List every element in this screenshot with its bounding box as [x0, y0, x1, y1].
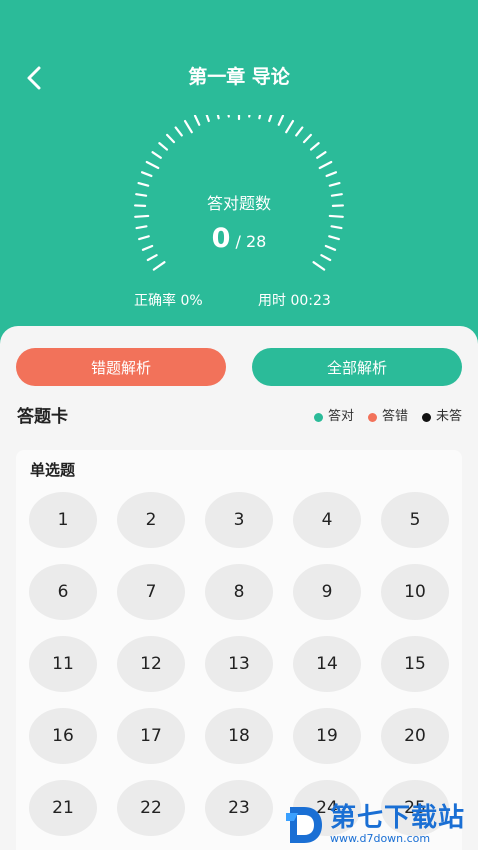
- gauge-tick: [145, 160, 160, 170]
- d7-logo-icon: [286, 807, 322, 843]
- gauge-tick: [316, 151, 327, 159]
- question-button-19[interactable]: 19: [293, 708, 361, 764]
- question-button-4[interactable]: 4: [293, 492, 361, 548]
- wrong-analysis-button[interactable]: 错题解析: [16, 348, 226, 386]
- legend-dot-wrong: [367, 412, 377, 422]
- site-watermark: 第七下载站 www.d7down.com: [284, 800, 478, 850]
- gauge-tick: [268, 115, 273, 123]
- answer-card-title: 答题卡: [17, 407, 68, 427]
- gauge-tick: [140, 171, 153, 178]
- question-button-17[interactable]: 17: [117, 708, 185, 764]
- question-button-5[interactable]: 5: [381, 492, 449, 548]
- gauge-tick: [158, 142, 169, 151]
- question-button-12[interactable]: 12: [117, 636, 185, 692]
- time-stat: 用时 00:23: [258, 293, 331, 309]
- question-button-6[interactable]: 6: [29, 564, 97, 620]
- question-button-11[interactable]: 11: [29, 636, 97, 692]
- gauge-tick: [248, 115, 251, 118]
- legend-wrong: 答错: [367, 407, 408, 427]
- question-button-1[interactable]: 1: [29, 492, 97, 548]
- gauge-tick: [258, 115, 262, 120]
- all-analysis-button[interactable]: 全部解析: [252, 348, 462, 386]
- legend-dot-correct: [313, 412, 323, 422]
- gauge-tick: [183, 119, 193, 134]
- legend-label-wrong: 答错: [381, 409, 408, 424]
- gauge-tick: [295, 126, 304, 137]
- question-button-9[interactable]: 9: [293, 564, 361, 620]
- question-button-14[interactable]: 14: [293, 636, 361, 692]
- question-button-10[interactable]: 10: [381, 564, 449, 620]
- question-button-20[interactable]: 20: [381, 708, 449, 764]
- legend-label-unanswered: 未答: [435, 409, 462, 424]
- gauge-tick: [277, 115, 285, 126]
- question-button-22[interactable]: 22: [117, 780, 185, 836]
- gauge-tick: [152, 261, 166, 271]
- gauge-tick: [302, 133, 313, 144]
- gauge-tick: [134, 214, 150, 218]
- watermark-url: www.d7down.com: [330, 832, 431, 845]
- gauge-tick: [193, 115, 201, 126]
- watermark-main: 第七下载站: [330, 803, 466, 833]
- gauge-label: 答对题数: [206, 194, 271, 213]
- gauge-tick: [309, 142, 320, 151]
- gauge-tick: [328, 181, 341, 187]
- legend-dot-unanswered: [421, 412, 431, 422]
- gauge-tick: [227, 115, 230, 118]
- page-title: 第一章 导论: [188, 66, 290, 88]
- legend: 答对 答错 未答: [313, 407, 462, 427]
- question-button-23[interactable]: 23: [205, 780, 273, 836]
- gauge-tick: [312, 261, 326, 271]
- question-button-7[interactable]: 7: [117, 564, 185, 620]
- question-button-18[interactable]: 18: [205, 708, 273, 764]
- legend-label-correct: 答对: [327, 409, 354, 424]
- question-button-8[interactable]: 8: [205, 564, 273, 620]
- question-button-2[interactable]: 2: [117, 492, 185, 548]
- gauge-tick: [165, 133, 176, 144]
- legend-unanswered: 未答: [421, 407, 462, 427]
- gauge-tick: [151, 151, 162, 159]
- gauge-score: 0 / 28: [0, 222, 478, 259]
- gauge-tick: [325, 171, 338, 178]
- gauge-tick: [318, 160, 333, 170]
- question-button-15[interactable]: 15: [381, 636, 449, 692]
- watermark-text: 第七下载站 www.d7down.com: [330, 804, 465, 846]
- question-grid: 1 2 3 4 5 6 7 8 9 10 11 12 13 14 15 16 17 18 19 20 21 22 23 24 2…: [29, 492, 451, 836]
- question-button-16[interactable]: 16: [29, 708, 97, 764]
- correct-count: 0: [211, 223, 231, 254]
- question-button-3[interactable]: 3: [205, 492, 273, 548]
- accuracy-stat: 正确率 0%: [134, 293, 203, 309]
- question-button-21[interactable]: 21: [29, 780, 97, 836]
- gauge-tick: [205, 115, 210, 123]
- question-button-13[interactable]: 13: [205, 636, 273, 692]
- gauge-tick: [174, 126, 183, 137]
- legend-correct: 答对: [313, 407, 354, 427]
- section-title-single-choice: 单选题: [30, 461, 76, 479]
- total-count: / 28: [235, 232, 267, 251]
- gauge-tick: [328, 214, 344, 218]
- gauge-tick: [285, 119, 295, 134]
- gauge-tick: [137, 181, 150, 187]
- gauge-tick: [216, 115, 220, 120]
